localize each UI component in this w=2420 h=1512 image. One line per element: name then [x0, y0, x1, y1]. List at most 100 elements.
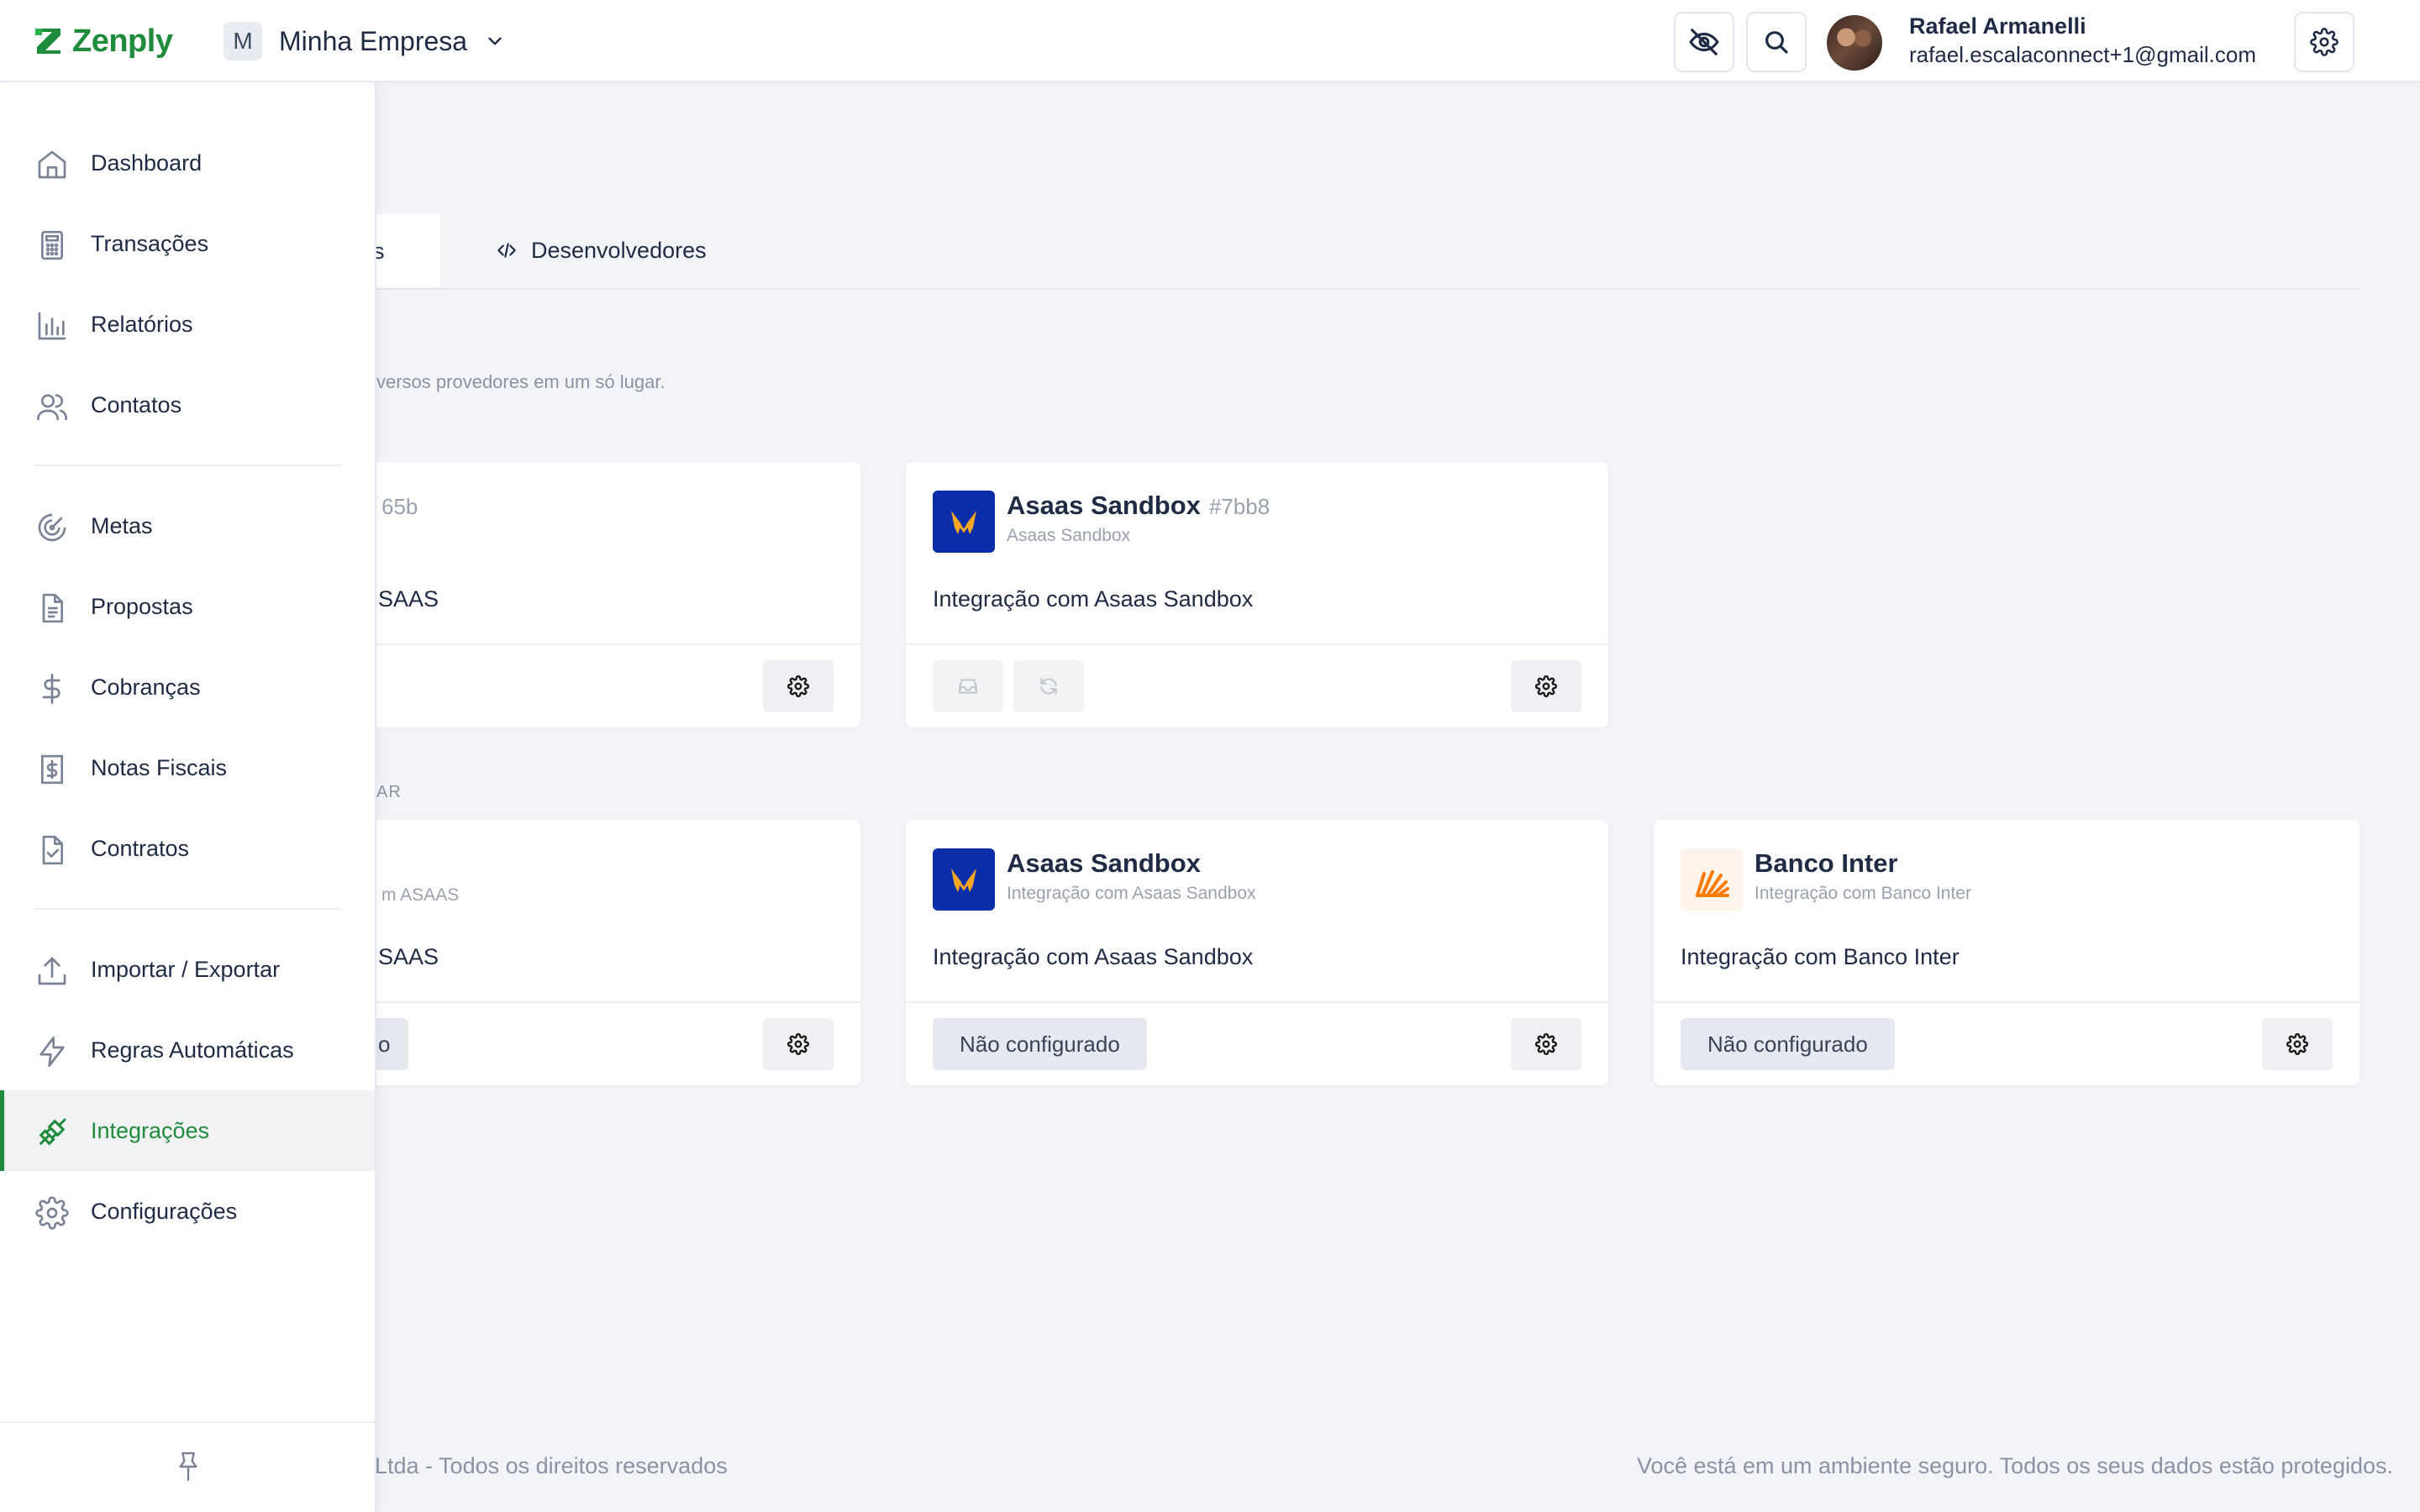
dollar-icon: [42, 674, 60, 704]
card-settings-button[interactable]: [763, 660, 834, 712]
sidebar-item-label: Cobranças: [91, 674, 201, 700]
card-hash: 65b: [381, 494, 418, 519]
card-divider: [906, 1001, 1608, 1003]
footer-security-note: Você está em um ambiente seguro. Todos o…: [1636, 1453, 2393, 1478]
eye-off-icon: [1689, 29, 1719, 55]
avatar[interactable]: [1827, 15, 1882, 71]
sidebar-item-integracoes[interactable]: Integrações: [0, 1090, 375, 1171]
footer-copyright: Ltda - Todos os direitos reservados: [375, 1453, 728, 1478]
logo-text: Zenply: [72, 23, 173, 59]
sidebar-divider: [0, 1421, 375, 1423]
gear-icon: [1535, 1033, 1557, 1055]
zenply-logo-icon: [35, 29, 60, 54]
search-button[interactable]: [1746, 12, 1807, 72]
sidebar-item-contratos[interactable]: Contratos: [0, 808, 375, 889]
sidebar-item-transacoes[interactable]: Transações: [0, 203, 375, 284]
sidebar-item-label: Configurações: [91, 1198, 238, 1224]
home-icon: [38, 150, 66, 179]
sidebar: Dashboard Transações Relatórios Contatos…: [0, 82, 376, 1512]
hide-values-button[interactable]: [1674, 12, 1734, 72]
card-settings-button[interactable]: [1511, 1018, 1581, 1070]
plug-icon: [39, 1118, 66, 1146]
tab-developers[interactable]: Desenvolvedores: [496, 234, 707, 267]
sidebar-item-propostas[interactable]: Propostas: [0, 566, 375, 647]
gear-icon: [787, 675, 809, 697]
sidebar-item-relatorios[interactable]: Relatórios: [0, 284, 375, 365]
gear-icon: [2286, 1033, 2308, 1055]
card-title: Asaas Sandbox #7bb8: [1007, 491, 1270, 520]
banco-inter-logo: [1681, 848, 1743, 911]
sidebar-divider: [34, 465, 341, 466]
sidebar-item-configuracoes[interactable]: Configurações: [0, 1171, 375, 1252]
card-settings-button[interactable]: [1511, 660, 1581, 712]
tabs-divider: [376, 288, 2360, 290]
company-selector[interactable]: M Minha Empresa: [224, 22, 506, 60]
target-icon: [38, 513, 66, 542]
contract-check-icon: [42, 835, 63, 865]
sidebar-item-label: Transações: [91, 230, 209, 256]
company-name: Minha Empresa: [279, 25, 468, 56]
document-icon: [42, 593, 63, 623]
card-settings-button[interactable]: [763, 1018, 834, 1070]
code-icon: [497, 243, 516, 258]
sidebar-item-regras-automaticas[interactable]: Regras Automáticas: [0, 1010, 375, 1090]
pin-icon[interactable]: [175, 1450, 202, 1483]
section-label-available: AR: [376, 783, 402, 801]
upload-icon: [38, 957, 66, 985]
sidebar-item-label: Relatórios: [91, 311, 193, 337]
sidebar-item-dashboard[interactable]: Dashboard: [0, 123, 375, 203]
sidebar-item-label: Contratos: [91, 835, 190, 861]
card-subtitle: Integração com Banco Inter: [1754, 884, 1971, 903]
asaas-logo: [933, 491, 995, 553]
page-subtitle: versos provedores em um só lugar.: [376, 371, 666, 392]
tab-developers-label: Desenvolvedores: [531, 237, 707, 263]
sidebar-item-label: Importar / Exportar: [91, 956, 281, 982]
gear-icon: [2310, 28, 2338, 56]
card-subtitle: m ASAAS: [381, 885, 460, 905]
sidebar-item-label: Metas: [91, 512, 153, 538]
user-name: Rafael Armanelli: [1909, 13, 2086, 39]
users-icon: [37, 394, 67, 421]
gear-icon: [787, 1033, 809, 1055]
gear-icon: [35, 1196, 69, 1230]
sidebar-item-contatos[interactable]: Contatos: [0, 365, 375, 445]
refresh-icon: [1040, 678, 1057, 695]
card-subtitle: Integração com Asaas Sandbox: [1007, 884, 1256, 903]
sidebar-item-importar-exportar[interactable]: Importar / Exportar: [0, 929, 375, 1010]
sidebar-item-notas-fiscais[interactable]: Notas Fiscais: [0, 727, 375, 808]
sidebar-item-metas[interactable]: Metas: [0, 486, 375, 566]
card-title: Asaas Sandbox: [1007, 848, 1201, 878]
card-hash: #7bb8: [1208, 494, 1270, 519]
sidebar-item-label: Notas Fiscais: [91, 754, 228, 780]
sidebar-item-label: Integrações: [91, 1117, 210, 1143]
settings-button[interactable]: [2294, 12, 2354, 72]
sidebar-item-label: Dashboard: [91, 150, 203, 176]
not-configured-button[interactable]: Não configurado: [933, 1018, 1147, 1070]
integration-card-asaas-sandbox: Asaas Sandbox #7bb8 Asaas Sandbox Integra…: [906, 462, 1608, 727]
sidebar-item-label: Propostas: [91, 593, 193, 619]
inbox-icon: [959, 679, 977, 694]
available-card-asaas-sandbox: Asaas Sandbox Integração com Asaas Sandb…: [906, 820, 1608, 1085]
company-initial: M: [224, 22, 262, 60]
search-icon: [1765, 31, 1788, 54]
user-email: rafael.escalaconnect+1@gmail.com: [1909, 42, 2256, 67]
sidebar-item-label: Regras Automáticas: [91, 1037, 294, 1063]
calculator-icon: [41, 230, 63, 260]
card-divider: [906, 643, 1608, 645]
asaas-logo: [933, 848, 995, 911]
sync-button[interactable]: [1013, 660, 1084, 712]
chevron-down-icon: [488, 37, 502, 45]
sidebar-item-cobrancas[interactable]: Cobranças: [0, 647, 375, 727]
sidebar-divider: [34, 908, 341, 910]
card-description: SAAS: [378, 586, 439, 612]
card-description: Integração com Asaas Sandbox: [933, 586, 1254, 612]
lightning-icon: [39, 1037, 65, 1067]
tab-integrations[interactable]: [376, 213, 440, 287]
gear-icon: [1535, 675, 1557, 697]
inbox-button[interactable]: [933, 660, 1003, 712]
card-description: Integração com Asaas Sandbox: [933, 944, 1254, 969]
card-settings-button[interactable]: [2262, 1018, 2333, 1070]
bar-chart-icon: [38, 312, 66, 340]
not-configured-button[interactable]: Não configurado: [1681, 1018, 1895, 1070]
app-logo[interactable]: Zenply: [32, 22, 173, 60]
